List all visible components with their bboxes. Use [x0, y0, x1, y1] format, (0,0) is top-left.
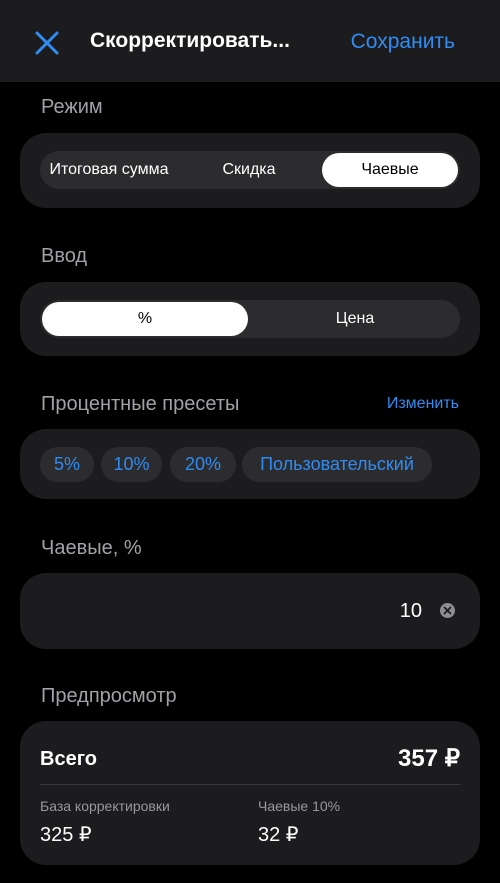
mode-option-discount[interactable]: Скидка: [180, 153, 318, 187]
tip-amount-value: 32 ₽: [258, 824, 299, 846]
total-value: 357 ₽: [398, 745, 460, 772]
input-option-percent[interactable]: %: [42, 302, 248, 336]
presets-card: 5% 10% 20% Пользовательский: [20, 429, 480, 499]
preset-chip-10[interactable]: 10%: [101, 447, 162, 482]
preset-chip-5[interactable]: 5%: [40, 447, 94, 482]
preview-card: Всего 357 ₽ База корректировки 325 ₽ Чае…: [20, 721, 480, 865]
navigation-bar: Скорректировать... Сохранить: [0, 0, 500, 82]
preview-section-label: Предпросмотр: [41, 685, 177, 707]
base-label: База корректировки: [40, 798, 170, 814]
base-value: 325 ₽: [40, 824, 92, 846]
tip-input-field[interactable]: 10: [20, 573, 480, 649]
mode-option-total[interactable]: Итоговая сумма: [40, 153, 178, 187]
input-option-price[interactable]: Цена: [252, 302, 458, 336]
clear-icon: [443, 606, 452, 615]
mode-card: Итоговая сумма Скидка Чаевые: [20, 133, 480, 208]
tip-section-label: Чаевые, %: [41, 537, 142, 559]
tip-value: 10: [399, 600, 422, 622]
preset-chip-custom[interactable]: Пользовательский: [242, 447, 432, 482]
save-button[interactable]: Сохранить: [351, 30, 455, 54]
tip-amount-label: Чаевые 10%: [258, 798, 341, 814]
preset-chip-20[interactable]: 20%: [170, 447, 236, 482]
input-card: % Цена: [20, 282, 480, 356]
divider: [40, 784, 460, 785]
clear-button[interactable]: [440, 603, 455, 618]
input-section-label: Ввод: [41, 245, 88, 267]
edit-presets-link[interactable]: Изменить: [387, 395, 459, 413]
mode-section-label: Режим: [41, 96, 103, 118]
mode-segmented-control: Итоговая сумма Скидка Чаевые: [40, 151, 460, 189]
presets-section-label: Процентные пресеты: [41, 393, 240, 415]
close-button[interactable]: [32, 28, 62, 58]
total-label: Всего: [40, 748, 97, 770]
mode-option-tip[interactable]: Чаевые: [322, 153, 458, 187]
close-icon: [35, 31, 59, 55]
input-segmented-control: % Цена: [40, 300, 460, 338]
page-title: Скорректировать...: [90, 29, 290, 52]
